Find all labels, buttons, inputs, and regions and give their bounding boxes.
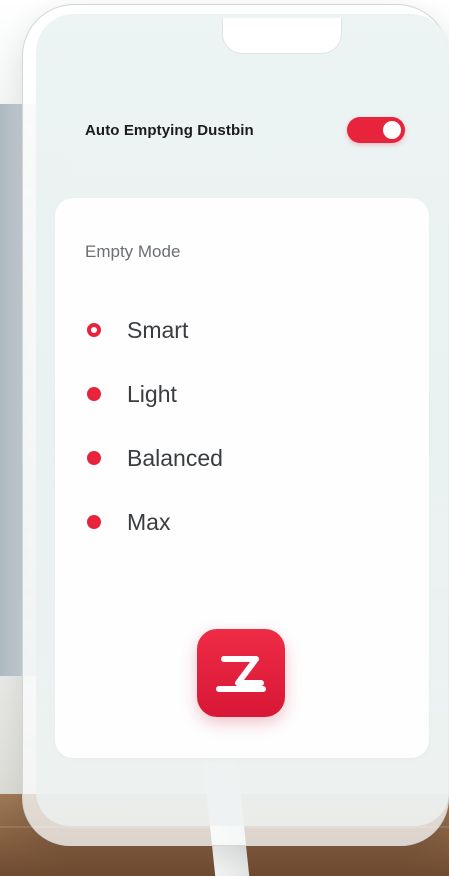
z-logo-glyph-icon <box>216 656 266 692</box>
auto-empty-label: Auto Emptying Dustbin <box>85 121 254 139</box>
radio-dot-icon <box>87 515 101 529</box>
empty-mode-options: Smart Light Balanced Max <box>87 298 407 554</box>
mode-option-light[interactable]: Light <box>87 362 407 426</box>
radio-dot-icon <box>87 387 101 401</box>
roborock-z-logo-icon <box>197 629 285 717</box>
mode-option-smart[interactable]: Smart <box>87 298 407 362</box>
auto-empty-toggle[interactable] <box>347 117 405 143</box>
mode-option-label: Balanced <box>127 444 223 471</box>
empty-mode-title: Empty Mode <box>85 242 181 261</box>
toggle-knob <box>383 121 401 139</box>
mode-option-label: Max <box>127 508 171 535</box>
mode-option-max[interactable]: Max <box>87 490 407 554</box>
mode-option-label: Smart <box>127 316 189 343</box>
radio-dot-icon <box>87 451 101 465</box>
radio-selected-icon <box>87 323 101 337</box>
auto-empty-setting-row: Auto Emptying Dustbin <box>85 112 415 148</box>
mode-option-balanced[interactable]: Balanced <box>87 426 407 490</box>
mode-option-label: Light <box>127 380 177 407</box>
phone-notch <box>222 18 342 54</box>
